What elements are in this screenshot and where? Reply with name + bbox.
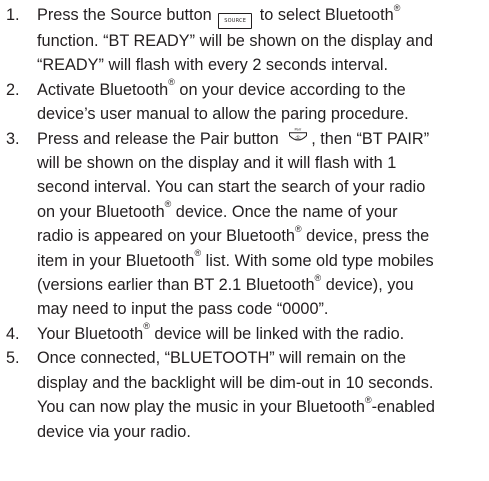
text-segment: may need to input the pass code “0000”. [37,300,329,319]
text-segment: item in your Bluetooth [37,251,195,270]
text-segment: list. With some old type mobiles [201,251,434,270]
registered-mark: ® [143,321,150,332]
step-text-line: second interval. You can start the searc… [37,175,489,199]
step-text-line: Activate Bluetooth® on your device accor… [37,78,489,102]
text-segment: device, press the [301,227,430,246]
step-text-line: item in your Bluetooth® list. With some … [37,249,489,273]
step-text-line: Your Bluetooth® device will be linked wi… [37,322,489,346]
step-text-line: will be shown on the display and it will… [37,151,489,175]
step-item: 4. Your Bluetooth® device will be linked … [0,322,489,346]
step-text-line: function. “BT READY” will be shown on th… [37,29,489,53]
text-segment: , then “BT PAIR” [311,129,430,148]
step-text-line: Once connected, “BLUETOOTH” will remain … [37,346,489,370]
text-segment: radio is appeared on your Bluetooth [37,227,295,246]
text-segment: to select Bluetooth [255,6,394,24]
text-segment: Once connected, “BLUETOOTH” will remain … [37,349,406,368]
bluetooth-pairing-steps: 1. Press the Source button SOURCE to sele… [0,3,489,444]
step-text-line: device via your radio. [37,420,489,444]
text-segment: “READY” will flash with every 2 seconds … [37,56,389,75]
registered-mark: ® [194,248,202,259]
text-segment: device’s user manual to allow the paring… [37,105,409,124]
step-text-line: device’s user manual to allow the paring… [37,102,489,126]
step-text-line: You can now play the music in your Bluet… [37,395,489,419]
text-segment: display and the backlight will be dim-ou… [37,373,434,392]
text-segment: Activate Bluetooth [37,80,169,99]
text-segment: device. Once the name of your [171,202,398,221]
step-number: 3. [6,129,20,148]
registered-mark: ® [164,199,172,210]
step-text-line: may need to input the pass code “0000”. [37,297,489,321]
step-text-line: Press and release the Pair button Pair ①,… [37,127,489,151]
text-segment: device), you [321,276,414,295]
step-number: 5. [6,349,20,368]
step-number: 4. [6,324,20,343]
step-text-line: on your Bluetooth® device. Once the name… [37,200,489,224]
step-text-line: display and the backlight will be dim-ou… [37,371,489,395]
text-segment: (versions earlier than BT 2.1 Bluetooth [37,276,315,295]
step-text-line: Press the Source button SOURCE to select… [37,3,489,29]
step-text-line: radio is appeared on your Bluetooth® dev… [37,224,489,248]
pair-button-icon: Pair ① [287,127,309,148]
text-segment: Press and release the Pair button [37,129,284,148]
step-text-line: “READY” will flash with every 2 seconds … [37,53,489,77]
step-item: 5. Once connected, “BLUETOOTH” will remai… [0,346,489,444]
text-segment: function. “BT READY” will be shown on th… [37,32,434,50]
step-item: 2. Activate Bluetooth® on your device acc… [0,78,489,127]
text-segment: You can now play the music in your Bluet… [37,398,365,417]
step-item: 3. Press and release the Pair button Pair… [0,127,489,322]
registered-mark: ® [168,77,175,88]
text-segment: -enabled [371,398,435,417]
step-number: 1. [6,6,20,24]
text-segment: Your Bluetooth [37,324,144,343]
step-item: 1. Press the Source button SOURCE to sele… [0,3,489,78]
text-segment: will be shown on the display and it will… [37,154,397,173]
registered-mark: ® [364,394,372,405]
registered-mark: ® [294,223,302,234]
text-segment: second interval. You can start the searc… [37,178,426,197]
text-segment: device via your radio. [37,422,191,441]
source-button-icon: SOURCE [218,13,253,29]
text-segment: on your device according to the [174,80,406,99]
instruction-page: 1. Press the Source button SOURCE to sele… [0,0,489,481]
step-number: 2. [6,80,20,99]
text-segment: on your Bluetooth [37,202,165,221]
text-segment: device will be linked with the radio. [149,324,405,343]
pair-button-label: Pair [295,127,302,131]
registered-mark: ® [314,272,322,283]
text-segment: Press the Source button [37,6,217,24]
svg-text:①: ① [295,134,300,141]
step-text-line: (versions earlier than BT 2.1 Bluetooth®… [37,273,489,297]
registered-mark: ® [393,2,401,13]
